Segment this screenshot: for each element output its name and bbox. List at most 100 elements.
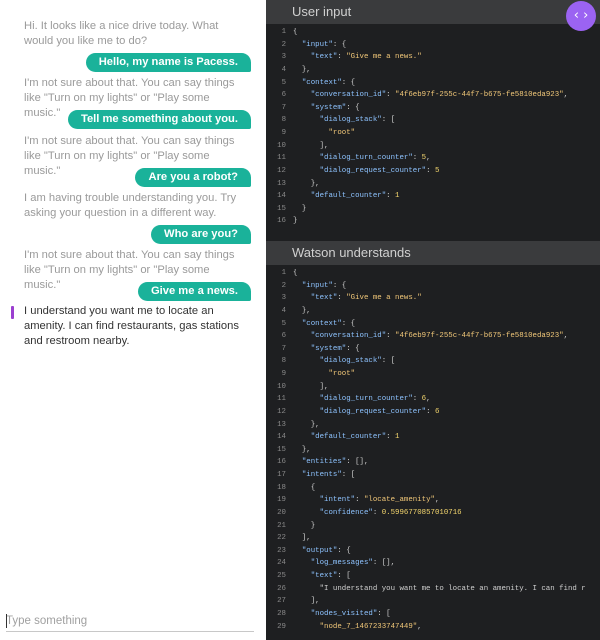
code-line: 15 }, — [266, 446, 600, 459]
line-number: 14 — [277, 192, 286, 201]
line-number: 2 — [281, 281, 286, 290]
code-text: ], — [293, 597, 320, 606]
code-line: 12 "dialog_request_counter": 5 — [266, 167, 600, 180]
code-text: "root" — [328, 129, 356, 137]
line-number: 8 — [281, 357, 286, 366]
line-number: 6 — [281, 332, 286, 341]
input-underline — [6, 631, 254, 632]
line-number: 13 — [277, 179, 286, 188]
code-line: 27 ], — [266, 597, 600, 610]
code-text: "dialog_stack": [ — [319, 116, 396, 125]
code-line: 18 { — [266, 484, 600, 497]
user-message-bubble: Give me a news. — [137, 282, 251, 301]
code-line: 26 "I understand you want me to locate a… — [266, 585, 600, 598]
code-line: 16} — [266, 217, 600, 230]
user-input-panel-header: User input — [266, 0, 600, 24]
line-number: 28 — [277, 609, 286, 618]
code-line: 9 "root" — [266, 129, 600, 142]
code-text: } — [293, 217, 298, 226]
code-line: 23 "output": { — [266, 547, 600, 560]
code-line: 11 "dialog_turn_counter": 5, — [266, 154, 600, 167]
code-line: 21 } — [266, 522, 600, 535]
line-number: 7 — [281, 344, 286, 353]
line-number: 3 — [281, 53, 286, 62]
code-text: "dialog_turn_counter": 6, — [319, 395, 431, 404]
code-text: "text": [ — [310, 572, 351, 580]
code-line: 13 }, — [266, 180, 600, 193]
code-text: ], — [293, 382, 329, 391]
line-number: 24 — [277, 559, 286, 568]
line-number: 16 — [277, 217, 286, 226]
code-text: "conversation_id": "4f6eb97f-255c-44f7-b… — [310, 91, 569, 100]
code-line: 11 "dialog_turn_counter": 6, — [266, 395, 600, 408]
line-number: 5 — [281, 78, 286, 87]
message-input[interactable] — [6, 612, 254, 630]
code-line: 3 "text": "Give me a news." — [266, 294, 600, 307]
code-text: "I understand you want me to locate an a… — [293, 584, 586, 593]
user-message-bubble: Hello, my name is Pacess. — [85, 53, 251, 72]
code-line: 29 "node_7_1467233747449", — [266, 623, 600, 636]
code-line: 28 "nodes_visited": [ — [266, 610, 600, 623]
line-number: 12 — [277, 166, 286, 175]
code-line: 10 ], — [266, 142, 600, 155]
bot-message-latest: I understand you want me to locate an am… — [24, 305, 239, 347]
code-text: "input": { — [301, 281, 347, 290]
line-number: 15 — [277, 204, 286, 213]
code-text: "dialog_stack": [ — [319, 357, 396, 366]
code-line: 7 "system": { — [266, 104, 600, 117]
json-inspector: User input 1{2 "input": {3 "text": "Give… — [266, 0, 600, 640]
line-number: 13 — [277, 420, 286, 429]
code-text: "confidence": 0.5996770857010716 — [319, 508, 462, 517]
code-line: 25 "text": [ — [266, 572, 600, 585]
code-text: "node_7_1467233747449", — [319, 622, 422, 631]
line-number: 15 — [277, 445, 286, 454]
code-text: }, — [293, 65, 311, 74]
code-text: "entities": [], — [301, 458, 369, 467]
line-number: 25 — [277, 572, 286, 580]
code-text: "context": { — [301, 319, 356, 328]
code-text: "input": { — [301, 40, 347, 49]
code-text: "default_counter": 1 — [310, 192, 400, 201]
code-text: { — [293, 28, 298, 36]
line-number: 29 — [277, 622, 286, 631]
code-line: 14 "default_counter": 1 — [266, 433, 600, 446]
line-number: 26 — [277, 584, 286, 593]
line-number: 5 — [281, 319, 286, 328]
line-number: 4 — [281, 65, 286, 74]
code-line: 13 }, — [266, 421, 600, 434]
line-number: 3 — [281, 294, 286, 303]
code-line: 15 } — [266, 205, 600, 218]
code-line: 1{ — [266, 269, 600, 282]
line-number: 10 — [277, 141, 286, 150]
code-line: 5 "context": { — [266, 320, 600, 333]
watson-panel-header: Watson understands — [266, 241, 600, 265]
code-text: "conversation_id": "4f6eb97f-255c-44f7-b… — [310, 332, 569, 341]
bot-message: Hi. It looks like a nice drive today. Wh… — [24, 20, 219, 47]
line-number: 1 — [281, 269, 286, 277]
line-number: 2 — [281, 40, 286, 49]
code-line: 24 "log_messages": [], — [266, 559, 600, 572]
code-text: "system": { — [310, 344, 360, 353]
code-text: }, — [293, 420, 320, 429]
line-number: 16 — [277, 458, 286, 467]
line-number: 12 — [277, 407, 286, 416]
code-line: 12 "dialog_request_counter": 6 — [266, 408, 600, 421]
code-text: { — [293, 483, 316, 492]
code-text: "system": { — [310, 103, 360, 112]
code-line: 7 "system": { — [266, 345, 600, 358]
line-number: 1 — [281, 28, 286, 36]
code-toggle-icon: ‹ › — [573, 8, 589, 23]
code-text: "nodes_visited": [ — [310, 609, 391, 618]
code-text: "intent": "locate_amenity", — [319, 496, 440, 505]
bot-message: I am having trouble understanding you. T… — [24, 192, 237, 219]
line-number: 10 — [277, 382, 286, 391]
code-text: "text": "Give me a news." — [310, 294, 422, 303]
code-text: }, — [293, 445, 311, 454]
code-line: 6 "conversation_id": "4f6eb97f-255c-44f7… — [266, 91, 600, 104]
code-toggle-button[interactable]: ‹ › — [566, 1, 596, 31]
code-line: 3 "text": "Give me a news." — [266, 53, 600, 66]
watson-json: 1{2 "input": {3 "text": "Give me a news.… — [266, 269, 600, 640]
code-text: "dialog_turn_counter": 5, — [319, 154, 431, 163]
latest-message-indicator — [11, 306, 14, 319]
line-number: 11 — [277, 395, 286, 404]
